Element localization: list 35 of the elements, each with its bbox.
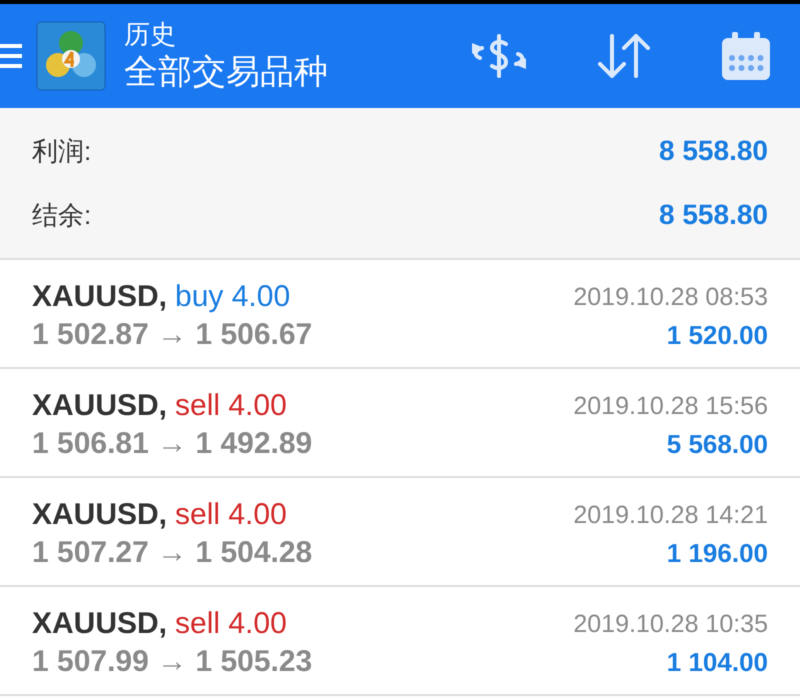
trade-prices: 1 506.81 → 1 492.89 <box>32 426 312 462</box>
trade-profit: 1 520.00 <box>666 319 768 352</box>
trade-side: buy 4.00 <box>175 279 290 315</box>
trade-symbol: XAUUSD, <box>32 606 168 642</box>
trade-symbol: XAUUSD, <box>32 279 168 315</box>
trade-row[interactable]: XAUUSD, sell 4.00 1 507.27 → 1 504.28 2019.10.28 14:21 1 196.00 <box>0 478 800 587</box>
app-logo-icon <box>36 21 106 91</box>
sort-icon[interactable] <box>596 32 652 80</box>
summary-value: 8 558.80 <box>659 134 768 168</box>
trade-symbol: XAUUSD, <box>32 497 168 533</box>
trade-prices: 1 502.87 → 1 506.67 <box>32 317 312 353</box>
summary-label: 结余: <box>32 198 92 232</box>
calendar-icon[interactable] <box>720 30 772 82</box>
trade-side: sell 4.00 <box>175 606 287 642</box>
header-subtitle: 全部交易品种 <box>124 52 328 93</box>
summary-value: 8 558.80 <box>659 198 768 232</box>
trade-row[interactable]: XAUUSD, buy 4.00 1 502.87 → 1 506.67 2019.10.28 08:53 1 520.00 <box>0 260 800 369</box>
trade-profit: 1 196.00 <box>666 537 768 570</box>
trade-row[interactable]: XAUUSD, sell 4.00 1 506.81 → 1 492.89 2019.10.28 15:56 5 568.00 <box>0 369 800 478</box>
trade-time: 2019.10.28 08:53 <box>573 282 768 313</box>
trade-time: 2019.10.28 15:56 <box>573 391 768 422</box>
trade-time: 2019.10.28 10:35 <box>573 609 768 640</box>
currency-exchange-icon[interactable] <box>470 32 528 80</box>
trade-prices: 1 507.27 → 1 504.28 <box>32 535 312 571</box>
trade-row[interactable]: XAUUSD, sell 4.00 1 507.99 → 1 505.23 2019.10.28 10:35 1 104.00 <box>0 587 800 696</box>
trade-side: sell 4.00 <box>175 388 287 424</box>
trade-profit: 1 104.00 <box>666 646 768 679</box>
summary-label: 利润: <box>32 134 92 168</box>
trade-time: 2019.10.28 14:21 <box>573 500 768 531</box>
trade-symbol: XAUUSD, <box>32 388 168 424</box>
header-title: 历史 <box>124 18 177 50</box>
menu-icon[interactable] <box>0 41 22 71</box>
trade-side: sell 4.00 <box>175 497 287 533</box>
trade-prices: 1 507.99 → 1 505.23 <box>32 644 312 680</box>
trade-profit: 5 568.00 <box>666 428 768 461</box>
